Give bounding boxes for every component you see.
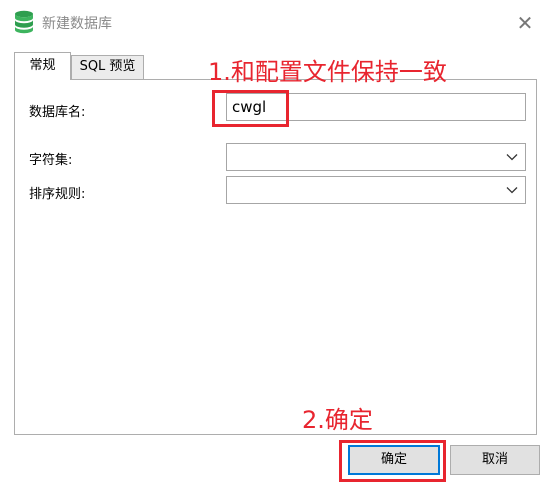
annotation-step2: 2.确定	[302, 406, 373, 434]
collation-select[interactable]	[226, 176, 526, 204]
charset-select[interactable]	[226, 143, 526, 171]
close-button[interactable]: ✕	[512, 10, 538, 36]
cancel-button[interactable]: 取消	[450, 445, 540, 475]
database-icon	[15, 10, 33, 34]
collation-label: 排序规则:	[29, 187, 86, 202]
close-icon: ✕	[516, 11, 534, 35]
chevron-down-icon	[506, 154, 518, 161]
tab-general[interactable]: 常规	[14, 52, 71, 80]
general-panel: 数据库名: cwgl 字符集: 排序规则:	[14, 79, 537, 435]
annotation-box-db-name	[212, 90, 289, 127]
db-name-label: 数据库名:	[29, 105, 86, 120]
ok-button[interactable]: 确定	[348, 445, 440, 475]
tab-sql-preview[interactable]: SQL 预览	[71, 55, 144, 79]
window-title: 新建数据库	[42, 16, 112, 32]
title-bar: 新建数据库 ✕	[0, 0, 546, 44]
annotation-step1: 1.和配置文件保持一致	[208, 58, 447, 86]
chevron-down-icon	[506, 187, 518, 194]
charset-label: 字符集:	[29, 153, 73, 168]
